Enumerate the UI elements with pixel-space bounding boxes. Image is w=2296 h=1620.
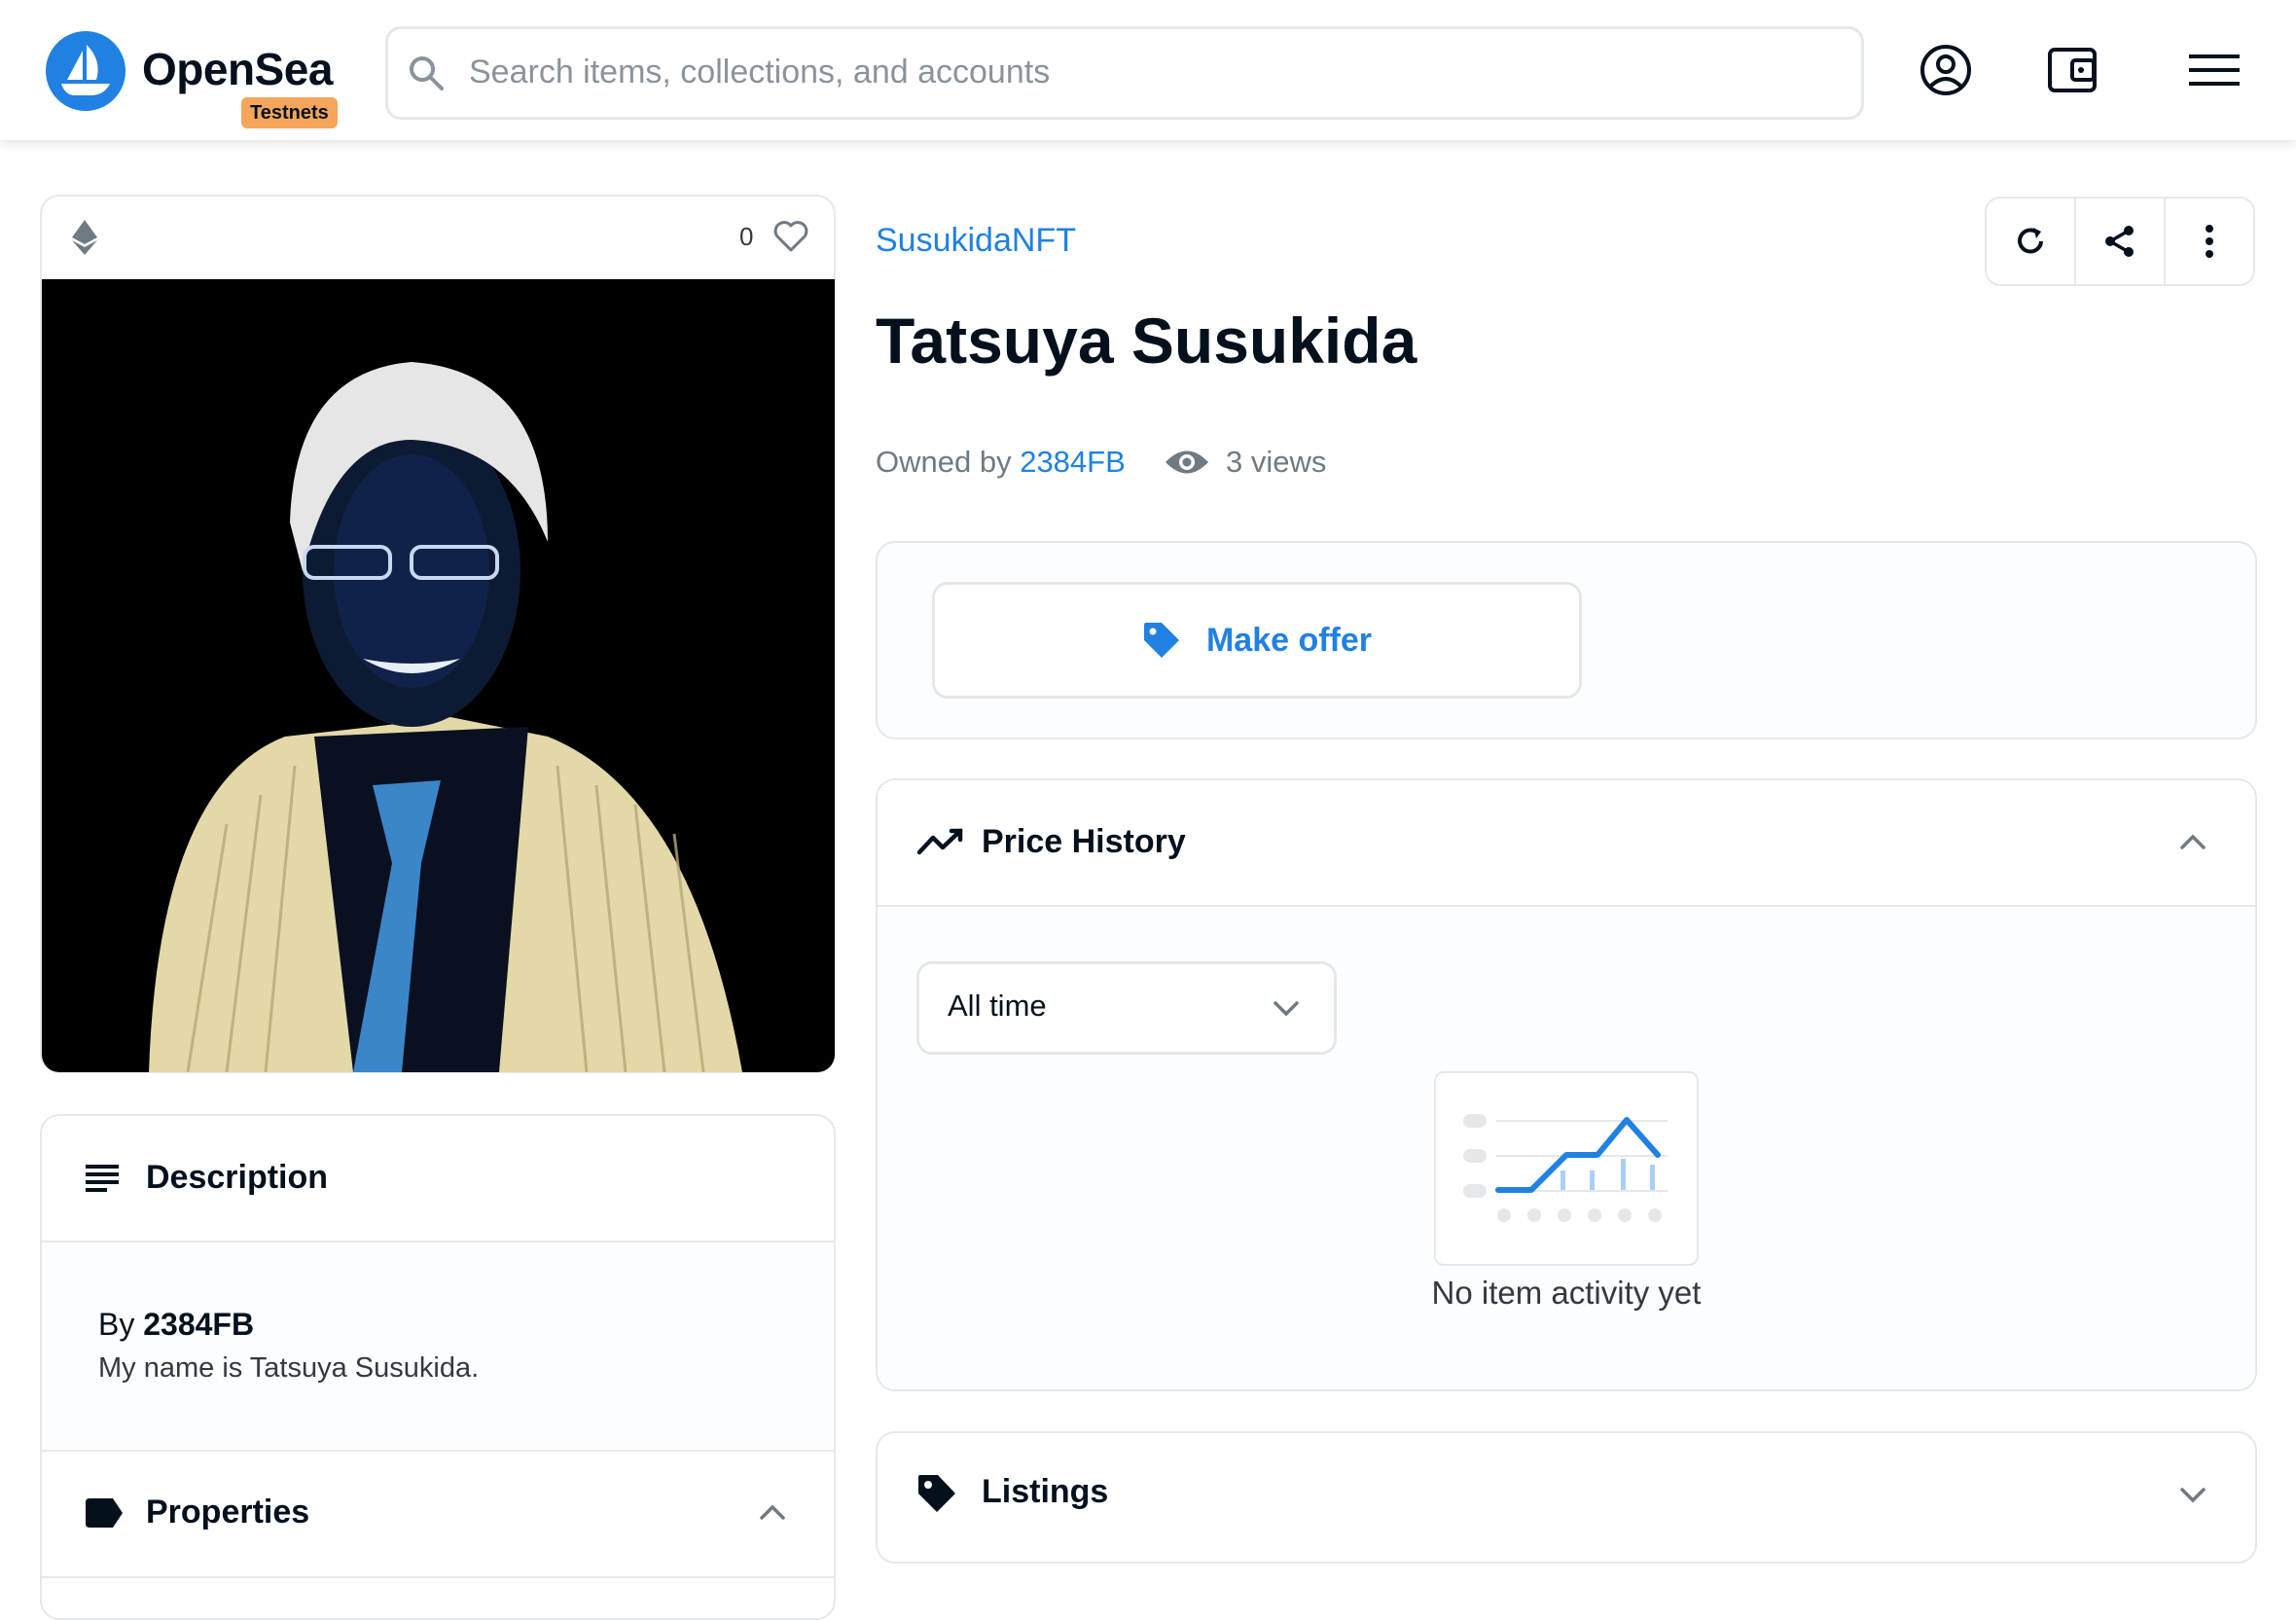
- share-button[interactable]: [2076, 198, 2166, 284]
- owner-link[interactable]: 2384FB: [1020, 445, 1126, 479]
- chevron-down-icon[interactable]: [2179, 1487, 2206, 1504]
- chevron-down-icon: [1274, 1001, 1299, 1017]
- search-icon: [410, 56, 444, 90]
- owned-by: Owned by 2384FB: [876, 445, 1126, 480]
- views-count: 3 views: [1226, 445, 1327, 479]
- tag-icon: [1143, 623, 1179, 658]
- ethereum-icon: [72, 220, 97, 255]
- more-button[interactable]: [2166, 198, 2253, 284]
- listings-title: Listings: [982, 1473, 1109, 1510]
- make-offer-label: Make offer: [1205, 621, 1373, 659]
- testnets-badge: Testnets: [241, 97, 338, 128]
- no-activity-text: No item activity yet: [1431, 1275, 1702, 1311]
- creator-link[interactable]: 2384FB: [143, 1307, 254, 1342]
- account-icon[interactable]: [1919, 43, 1973, 97]
- item-title: Tatsuya Susukida: [876, 305, 1417, 377]
- menu-icon[interactable]: [2189, 51, 2240, 90]
- make-offer-button[interactable]: Make offer: [932, 582, 1582, 699]
- properties-title: Properties: [146, 1494, 310, 1530]
- price-history-title: Price History: [982, 823, 1186, 860]
- chevron-up-icon[interactable]: [759, 1503, 786, 1521]
- period-value: All time: [948, 989, 1047, 1023]
- empty-chart-illustration: [1434, 1071, 1699, 1266]
- wallet-icon[interactable]: [2045, 43, 2099, 97]
- description-icon: [86, 1165, 119, 1192]
- eye-icon: [1166, 450, 1208, 474]
- description-text: My name is Tatsuya Susukida.: [98, 1352, 480, 1384]
- collection-link[interactable]: SusukidaNFT: [876, 222, 1076, 260]
- refresh-button[interactable]: [1987, 198, 2076, 284]
- heart-icon[interactable]: [772, 218, 809, 253]
- description-title: Description: [146, 1159, 329, 1196]
- trending-icon: [916, 828, 963, 855]
- by-label: By: [98, 1307, 135, 1342]
- label-icon: [86, 1498, 123, 1528]
- nft-image[interactable]: [42, 279, 835, 1072]
- refresh-icon: [2018, 228, 2043, 254]
- description-body: [42, 1242, 834, 1452]
- share-icon: [2105, 226, 2134, 257]
- ship-icon: [61, 45, 110, 95]
- favorites-count: 0: [739, 222, 754, 251]
- opensea-logo[interactable]: [46, 31, 126, 111]
- search-input[interactable]: [469, 43, 1831, 101]
- creator-line: By 2384FB: [98, 1307, 254, 1343]
- item-actions: [1985, 197, 2255, 286]
- tag-icon: [918, 1475, 955, 1512]
- brand-name[interactable]: OpenSea: [142, 43, 333, 95]
- chevron-up-icon[interactable]: [2179, 833, 2206, 850]
- image-card-header: [42, 197, 834, 280]
- owned-by-label: Owned by: [876, 445, 1012, 479]
- more-icon: [2206, 225, 2213, 258]
